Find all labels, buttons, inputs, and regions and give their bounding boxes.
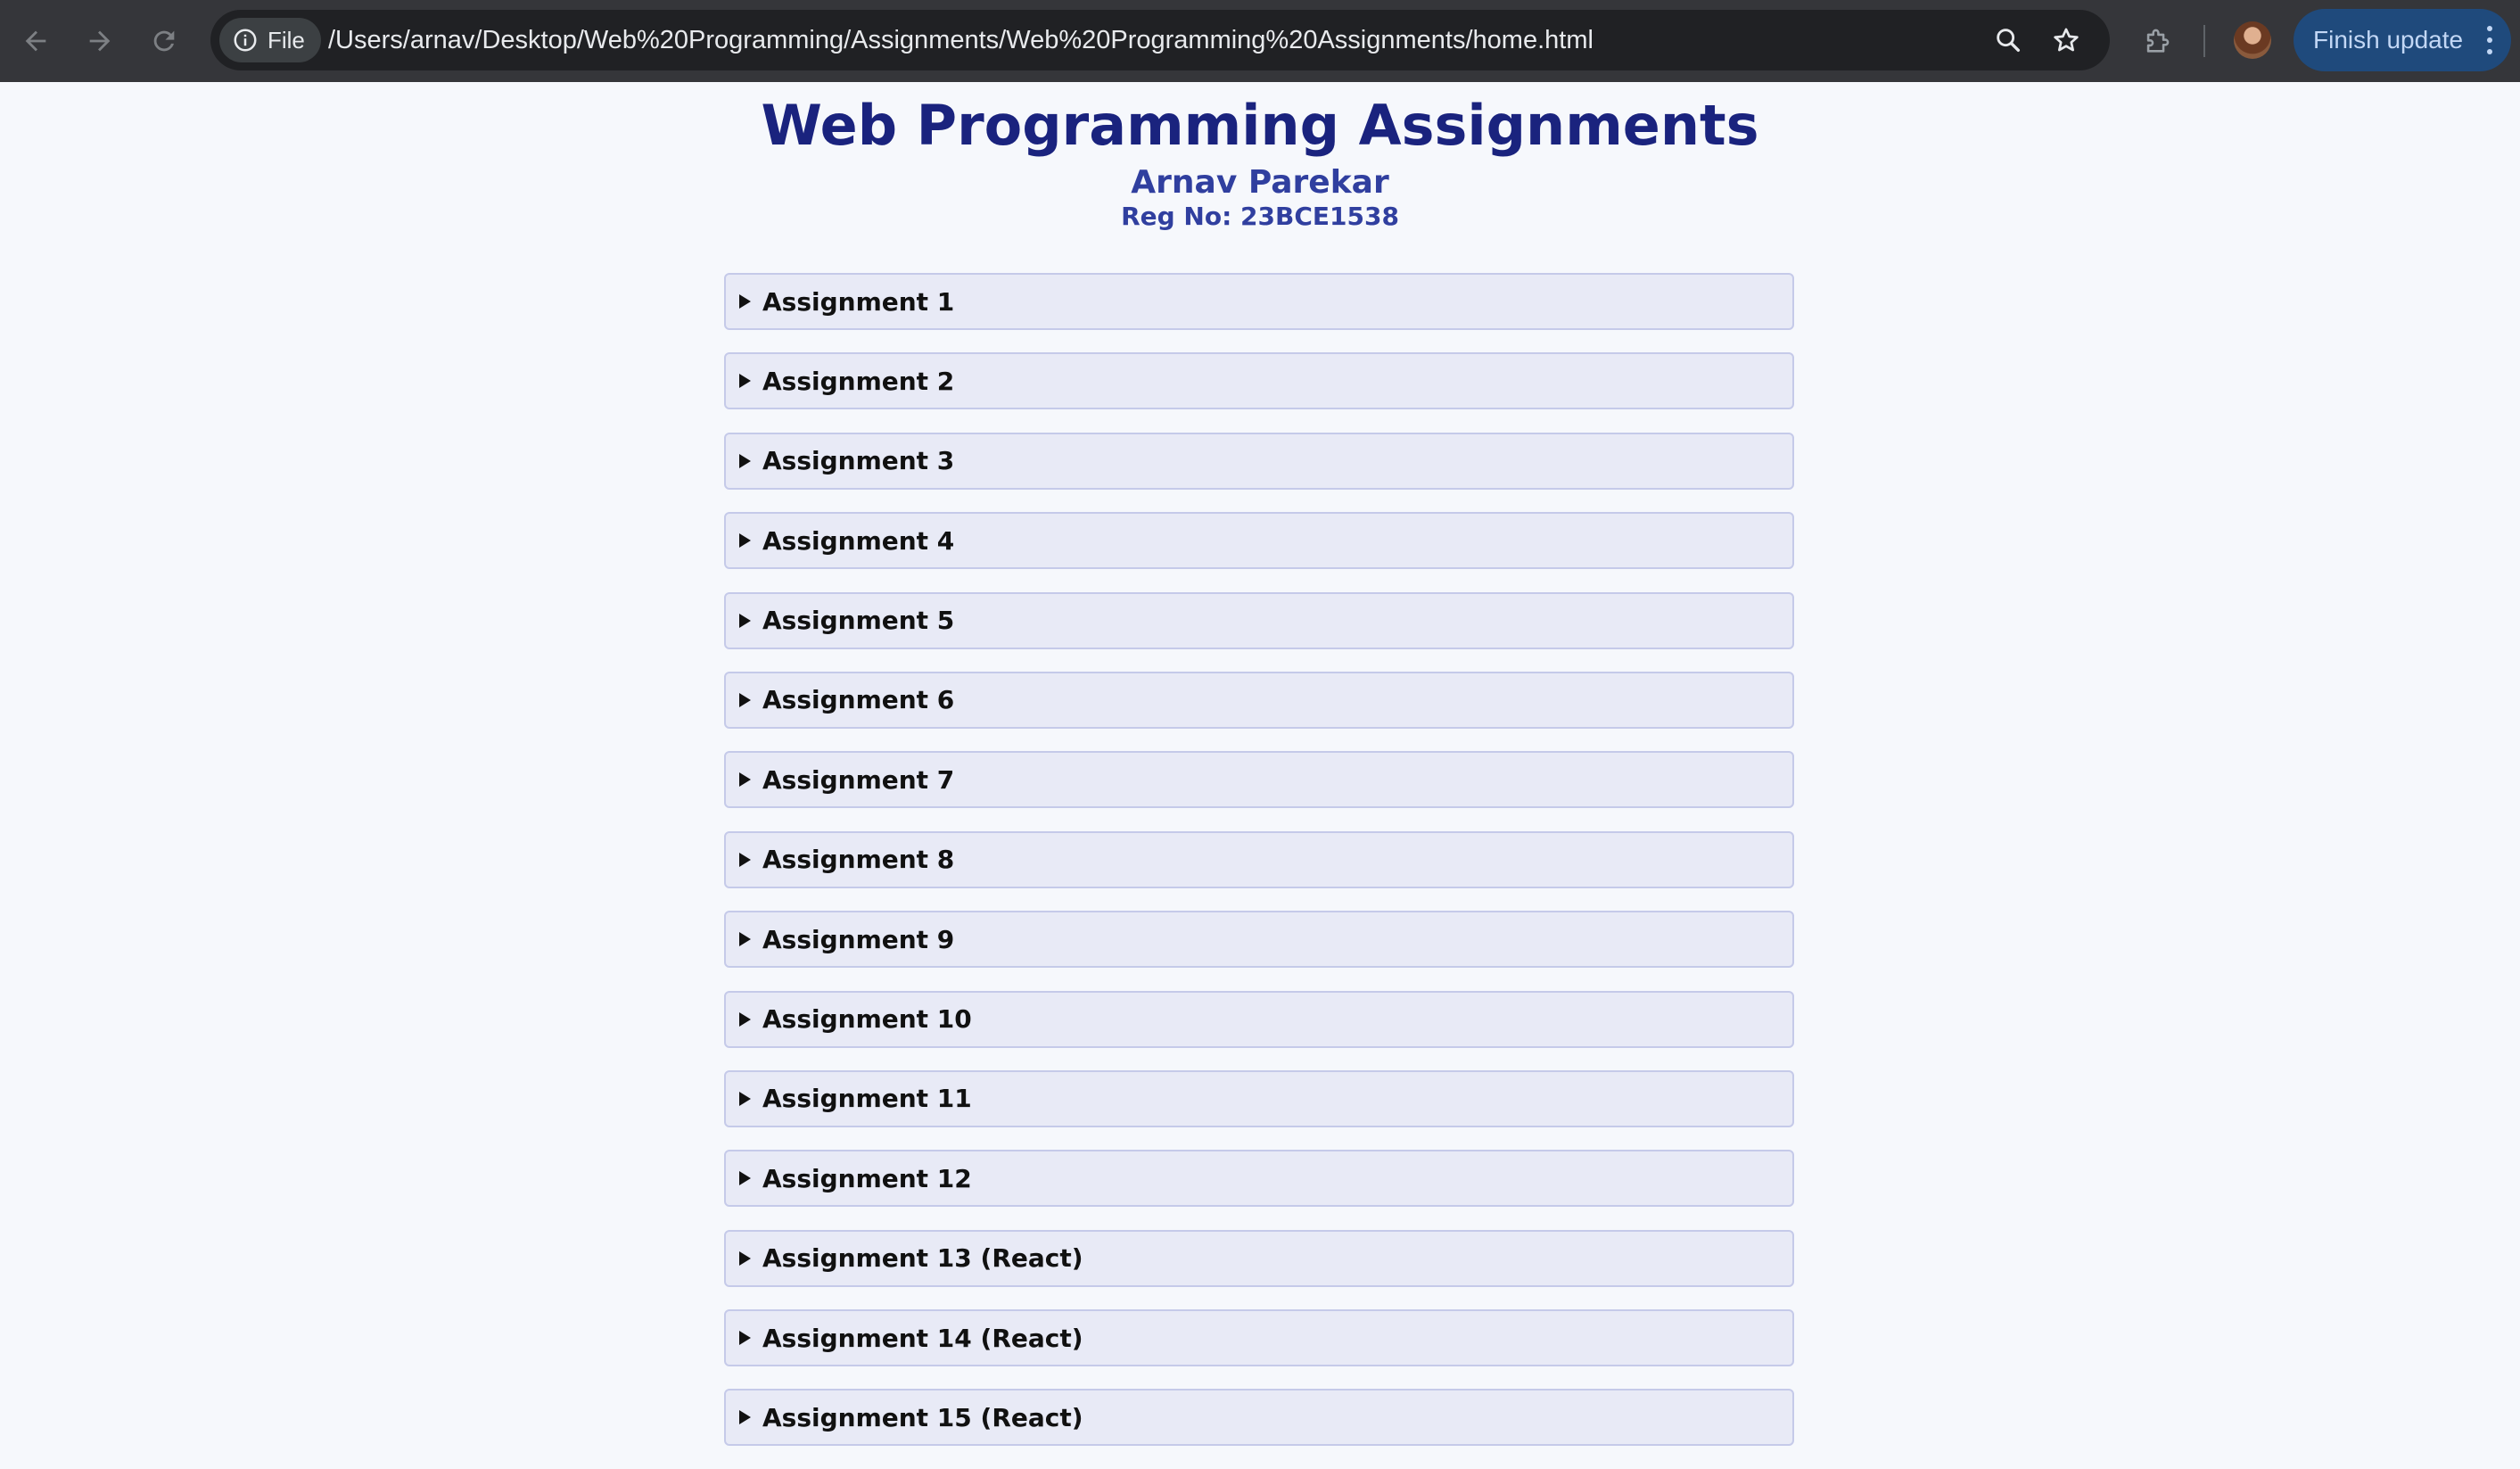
assignment-item-6[interactable]: Assignment 6 (724, 671, 1794, 729)
assignment-label: Assignment 9 (762, 924, 955, 954)
site-chip-label: File (268, 26, 305, 54)
assignment-item-9[interactable]: Assignment 9 (724, 911, 1794, 969)
expand-triangle-icon (739, 772, 751, 788)
assignment-label: Assignment 12 (762, 1163, 972, 1193)
expand-triangle-icon (739, 932, 751, 947)
assignment-label: Assignment 10 (762, 1004, 972, 1035)
assignment-label: Assignment 5 (762, 606, 955, 636)
expand-triangle-icon (739, 692, 751, 707)
expand-triangle-icon (739, 1011, 751, 1027)
assignment-item-1[interactable]: Assignment 1 (724, 273, 1794, 330)
assignment-label: Assignment 15 (React) (762, 1402, 1083, 1432)
assignment-item-14[interactable]: Assignment 14 (React) (724, 1309, 1794, 1367)
assignment-item-2[interactable]: Assignment 2 (724, 352, 1794, 410)
assignment-label: Assignment 13 (React) (762, 1243, 1083, 1274)
site-info-chip[interactable]: File (219, 18, 321, 62)
assignment-item-4[interactable]: Assignment 4 (724, 512, 1794, 570)
assignment-item-12[interactable]: Assignment 12 (724, 1150, 1794, 1208)
assignment-label: Assignment 2 (762, 366, 955, 396)
finish-update-button[interactable]: Finish update (2294, 9, 2511, 71)
expand-triangle-icon (739, 1171, 751, 1186)
assignment-label: Assignment 3 (762, 446, 955, 476)
expand-triangle-icon (739, 374, 751, 389)
page-content: Web Programming Assignments Arnav Pareka… (0, 82, 2520, 1447)
assignment-item-5[interactable]: Assignment 5 (724, 591, 1794, 649)
expand-triangle-icon (739, 294, 751, 309)
author-name: Arnav Parekar (1131, 164, 1389, 201)
assignment-item-13[interactable]: Assignment 13 (React) (724, 1229, 1794, 1287)
browser-toolbar: File /Users/arnav/Desktop/Web%20Programm… (0, 0, 2520, 82)
extensions-button[interactable] (2136, 20, 2178, 62)
assignment-label: Assignment 8 (762, 845, 955, 875)
registration-number: Reg No: 23BCE1538 (1121, 202, 1399, 231)
expand-triangle-icon (739, 852, 751, 867)
assignment-label: Assignment 7 (762, 764, 955, 795)
expand-triangle-icon (739, 1250, 751, 1266)
assignment-item-11[interactable]: Assignment 11 (724, 1069, 1794, 1127)
profile-avatar[interactable] (2234, 21, 2271, 59)
reload-icon (153, 30, 175, 52)
info-icon (234, 29, 257, 52)
assignment-item-10[interactable]: Assignment 10 (724, 990, 1794, 1048)
zoom-icon (1997, 29, 2021, 53)
back-button[interactable] (14, 20, 57, 62)
expand-triangle-icon (739, 1410, 751, 1425)
expand-triangle-icon (739, 453, 751, 468)
assignment-label: Assignment 6 (762, 685, 955, 715)
url-text[interactable]: /Users/arnav/Desktop/Web%20Programming/A… (328, 10, 1594, 70)
assignment-item-8[interactable]: Assignment 8 (724, 830, 1794, 888)
expand-triangle-icon (739, 1091, 751, 1106)
back-arrow-icon (25, 30, 46, 52)
assignment-list: Assignment 1 Assignment 2 Assignment 3 A… (724, 273, 1794, 1469)
assignment-label: Assignment 4 (762, 525, 955, 556)
assignment-label: Assignment 14 (React) (762, 1323, 1083, 1353)
toolbar-divider (2203, 25, 2205, 57)
expand-triangle-icon (739, 613, 751, 628)
expand-triangle-icon (739, 1331, 751, 1346)
bookmark-button[interactable] (2048, 22, 2084, 58)
assignment-item-15[interactable]: Assignment 15 (React) (724, 1389, 1794, 1447)
kebab-menu-icon[interactable] (2486, 26, 2493, 54)
assignment-item-3[interactable]: Assignment 3 (724, 432, 1794, 490)
zoom-button[interactable] (1990, 22, 2026, 58)
finish-update-label: Finish update (2313, 26, 2464, 54)
expand-triangle-icon (739, 533, 751, 549)
star-icon (2054, 28, 2079, 52)
reload-button[interactable] (143, 20, 185, 62)
assignment-item-7[interactable]: Assignment 7 (724, 751, 1794, 809)
puzzle-icon (2146, 29, 2170, 53)
address-bar[interactable]: File /Users/arnav/Desktop/Web%20Programm… (210, 10, 2110, 70)
forward-arrow-icon (89, 30, 111, 52)
assignment-label: Assignment 1 (762, 286, 955, 317)
page-title: Web Programming Assignments (761, 93, 1759, 158)
assignment-label: Assignment 11 (762, 1084, 972, 1114)
forward-button[interactable] (78, 20, 121, 62)
